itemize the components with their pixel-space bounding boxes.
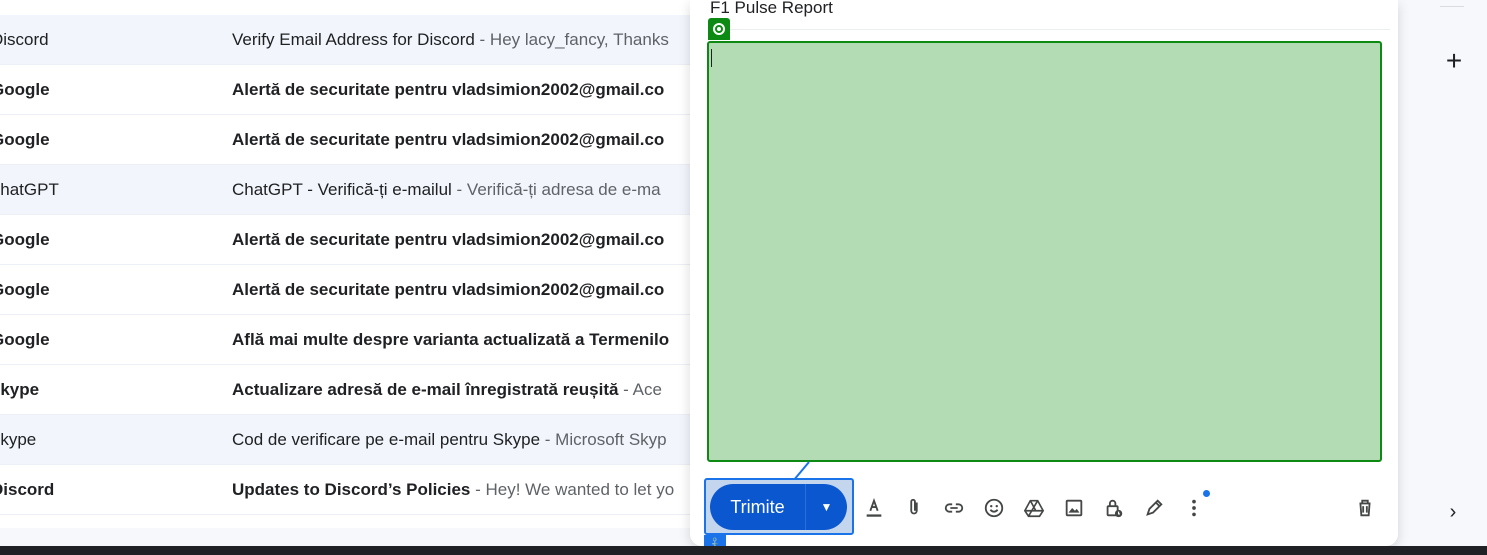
link-icon[interactable] — [938, 490, 970, 526]
mail-sender-text: Google — [0, 280, 50, 299]
mail-row[interactable]: Skype Cod de verificare pe e-mail pentru … — [0, 415, 700, 465]
mail-row[interactable]: Discord Updates to Discord’s Policies - H… — [0, 465, 700, 515]
mail-content: Cod de verificare pe e-mail pentru Skype… — [232, 415, 700, 464]
confidential-lock-icon[interactable] — [1098, 490, 1130, 526]
chevron-down-icon: ▼ — [820, 500, 833, 514]
drive-icon[interactable] — [1018, 490, 1050, 526]
mail-content: Actualizare adresă de e-mail înregistrat… — [232, 365, 700, 414]
mail-sender: Skype — [0, 415, 220, 464]
mail-sender: Discord — [0, 15, 220, 64]
mail-subject: ChatGPT - Verifică-ți e-mailul — [232, 180, 452, 199]
schedule-send-dropdown[interactable]: ▼ — [806, 484, 847, 530]
mail-sender: ChatGPT — [0, 165, 220, 214]
mail-row[interactable]: Google Alertă de securitate pentru vladsi… — [0, 115, 700, 165]
attach-icon[interactable] — [898, 490, 930, 526]
signature-pen-icon[interactable] — [1138, 490, 1170, 526]
mail-row[interactable]: Google Alertă de securitate pentru vladsi… — [0, 215, 700, 265]
mail-subject: Alertă de securitate pentru vladsimion20… — [232, 230, 665, 249]
mail-snippet: - Verifică-ți adresa de e-ma — [451, 180, 661, 199]
mail-snippet: - Hey lacy_fancy, Thanks — [474, 30, 669, 49]
mail-sender: Skype — [0, 365, 220, 414]
mail-sender-text: Google — [0, 330, 50, 349]
add-addon-button[interactable]: + — [1439, 46, 1469, 76]
mail-sender-text: Discord — [0, 480, 55, 499]
mail-subject: Updates to Discord’s Policies — [232, 480, 471, 499]
mail-subject: Cod de verificare pe e-mail pentru Skype — [232, 430, 541, 449]
rail-divider — [1440, 6, 1464, 7]
mail-content: Află mai multe despre varianta actualiza… — [232, 315, 700, 364]
taskbar — [0, 546, 1487, 555]
mail-content: Updates to Discord’s Policies - Hey! We … — [232, 465, 700, 514]
send-button-group: Trimite ▼ — [710, 484, 847, 530]
mail-content: ChatGPT - Verifică-ți e-mailul - Verific… — [232, 165, 700, 214]
mail-snippet: - Ace — [618, 380, 662, 399]
mail-subject: Află mai multe despre varianta actualiza… — [232, 330, 670, 349]
mail-row[interactable]: Google Alertă de securitate pentru vladsi… — [0, 65, 700, 115]
mail-sender-text: Google — [0, 130, 50, 149]
mail-sender-text: Google — [0, 230, 50, 249]
mail-content: Verify Email Address for Discord - Hey l… — [232, 15, 700, 64]
mail-content: Alertă de securitate pentru vladsimion20… — [232, 115, 700, 164]
send-button[interactable]: Trimite — [710, 484, 806, 530]
message-body-editor[interactable] — [707, 41, 1382, 462]
mail-sender: Google — [0, 315, 220, 364]
mail-row[interactable]: ChatGPT ChatGPT - Verifică-ți e-mailul - … — [0, 165, 700, 215]
mail-sender: Google — [0, 65, 220, 114]
expand-panel-chevron-icon[interactable]: › — [1441, 500, 1465, 524]
mail-row[interactable]: Skype Actualizare adresă de e-mail înregi… — [0, 365, 700, 415]
notification-dot — [1203, 490, 1210, 497]
mail-sender: Google — [0, 215, 220, 264]
mail-subject: Alertă de securitate pentru vladsimion20… — [232, 130, 665, 149]
mail-content: Alertă de securitate pentru vladsimion20… — [232, 265, 700, 314]
mail-sender: Discord — [0, 465, 220, 514]
mail-content: Alertă de securitate pentru vladsimion20… — [232, 65, 700, 114]
subject-field[interactable]: F1 Pulse Report — [710, 0, 1390, 30]
mail-subject: Actualizare adresă de e-mail înregistrat… — [232, 380, 619, 399]
mail-subject: Alertă de securitate pentru vladsimion20… — [232, 80, 665, 99]
mail-content: Alertă de securitate pentru vladsimion20… — [232, 215, 700, 264]
delete-icon[interactable] — [1349, 490, 1381, 526]
gmail-window: Discord Verify Email Address for Discord … — [0, 0, 1487, 555]
side-rail — [1400, 0, 1487, 546]
mail-sender: Google — [0, 115, 220, 164]
mail-subject: Verify Email Address for Discord — [232, 30, 475, 49]
mail-sender-text: Skype — [0, 430, 37, 449]
subject-text: F1 Pulse Report — [710, 0, 833, 17]
mail-subject: Alertă de securitate pentru vladsimion20… — [232, 280, 665, 299]
mail-snippet: - Microsoft Skyp — [540, 430, 667, 449]
mail-sender-text: ChatGPT — [0, 180, 59, 199]
mail-row[interactable]: Discord Verify Email Address for Discord … — [0, 15, 700, 65]
text-caret — [711, 49, 712, 67]
mail-sender-text: Skype — [0, 380, 40, 399]
target-marker-icon — [708, 18, 730, 40]
mail-snippet: - Hey! We wanted to let yo — [470, 480, 675, 499]
mail-sender-text: Google — [0, 80, 50, 99]
emoji-icon[interactable] — [978, 490, 1010, 526]
text-format-icon[interactable] — [858, 490, 890, 526]
mail-row[interactable]: Google Află mai multe despre varianta act… — [0, 315, 700, 365]
mail-sender: Google — [0, 265, 220, 314]
mail-sender-text: Discord — [0, 30, 49, 49]
image-icon[interactable] — [1058, 490, 1090, 526]
mail-row[interactable]: Google Alertă de securitate pentru vladsi… — [0, 265, 700, 315]
mail-list: Discord Verify Email Address for Discord … — [0, 0, 700, 528]
